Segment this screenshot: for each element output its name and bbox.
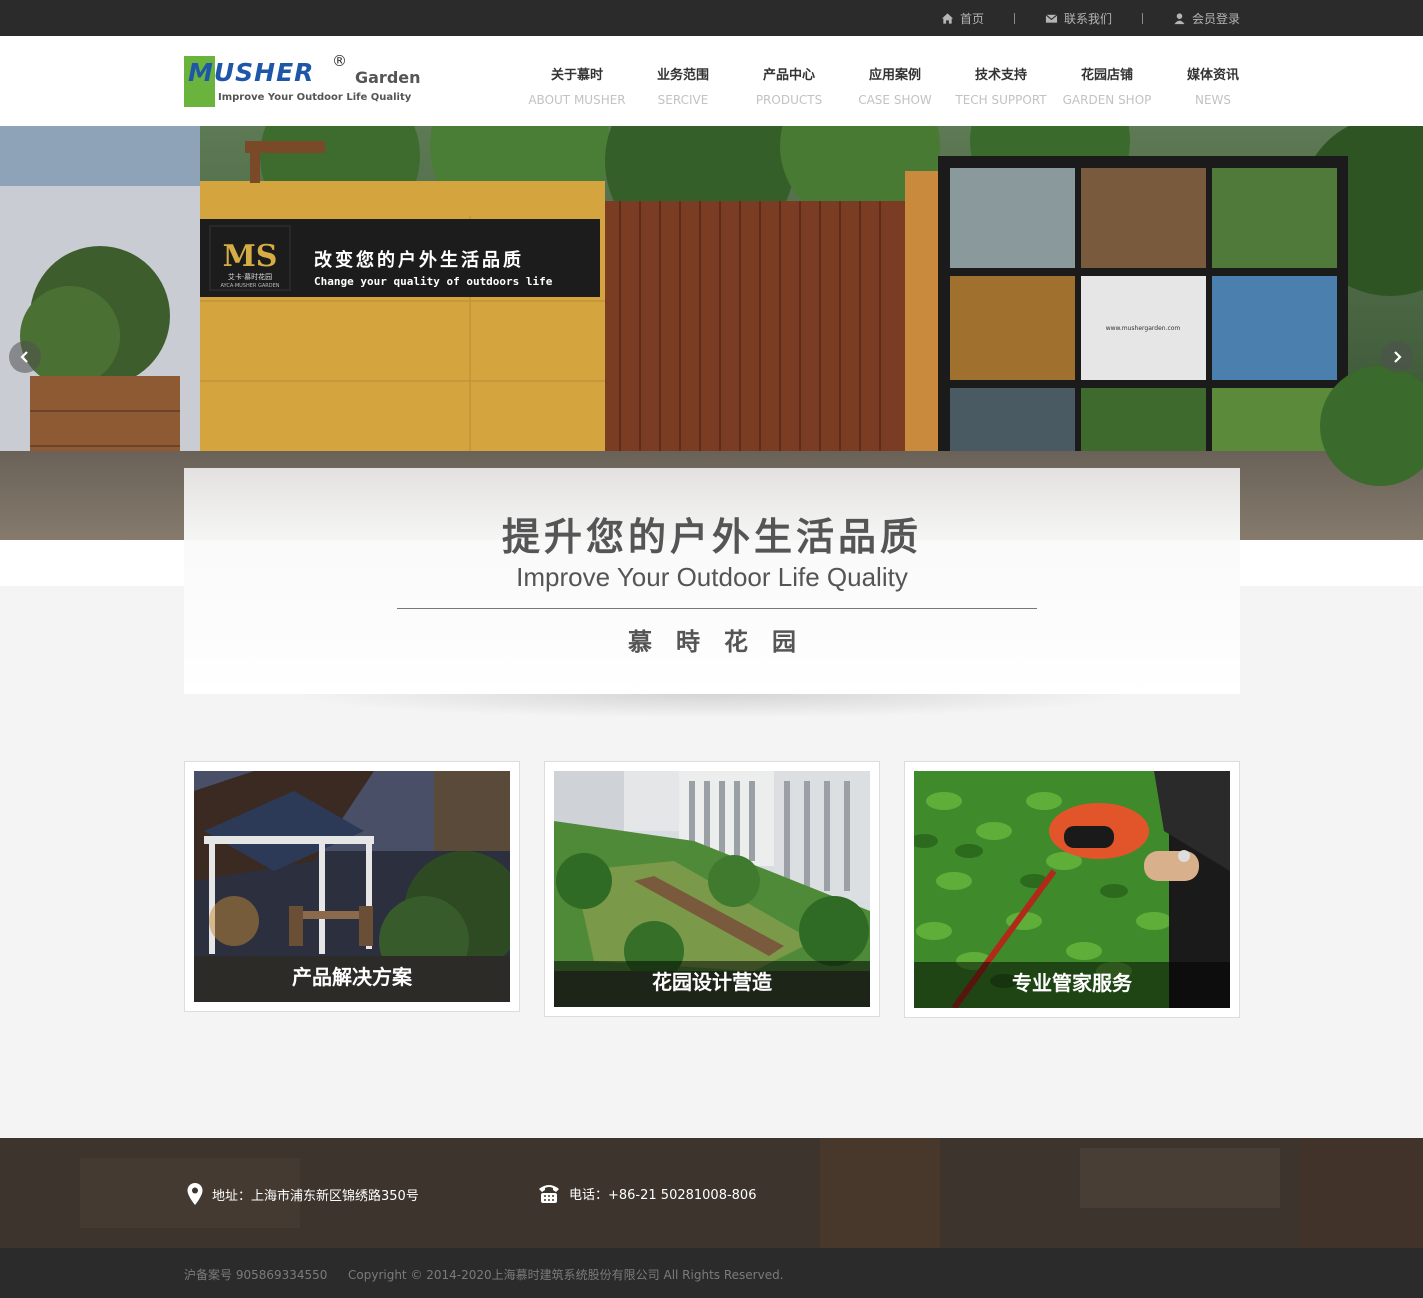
footer-address: 地址：上海市浦东新区锦绣路350号 <box>186 1182 419 1206</box>
nav-label-cn: 业务范围 <box>656 68 709 83</box>
nav-item-shop[interactable]: 花园店铺 GARDEN SHOP <box>1054 36 1160 126</box>
footer-contact: 地址：上海市浦东新区锦绣路350号 电话：+86-21 50281008-806 <box>0 1138 1423 1248</box>
nav-label-cn: 产品中心 <box>762 68 815 83</box>
nav-label-en: TECH SUPPORT <box>955 93 1047 107</box>
login-link-label: 会员登录 <box>1191 11 1240 26</box>
footer-address-text: 地址：上海市浦东新区锦绣路350号 <box>212 1188 419 1204</box>
card-maintenance-service[interactable]: 专业管家服务 <box>904 761 1240 1018</box>
nav-item-about[interactable]: 关于慕时 ABOUT MUSHER <box>524 36 630 126</box>
top-links: 首页 联系我们 会员登录 <box>941 0 1240 36</box>
slogan-divider <box>397 608 1037 609</box>
location-pin-icon <box>187 1183 203 1205</box>
card-caption: 专业管家服务 <box>914 962 1230 1008</box>
sign-title: 改变您的户外生活品质 <box>314 249 524 271</box>
card-product-solutions[interactable]: 产品解决方案 <box>184 761 520 1012</box>
logo-garden: Garden <box>355 68 421 87</box>
footer-copyright: Copyright © 2014-2020上海慕时建筑系统股份有限公司 All … <box>348 1268 784 1282</box>
contact-link[interactable]: 联系我们 <box>1045 10 1112 27</box>
nav-item-service[interactable]: 业务范围 SERCIVE <box>630 36 736 126</box>
footer-phone: 电话：+86-21 50281008-806 <box>537 1182 756 1204</box>
banner-next-button[interactable] <box>1381 341 1413 373</box>
logo[interactable]: MUSHER ® Garden Improve Your Outdoor Lif… <box>184 52 424 109</box>
slogan-panel: 提升您的户外生活品质 Improve Your Outdoor Life Qua… <box>184 468 1240 694</box>
footer-bottom: 沪备案号 905869334550 Copyright © 2014-2020上… <box>0 1248 1423 1298</box>
divider <box>1013 12 1015 24</box>
nav-label-cn: 技术支持 <box>974 68 1027 83</box>
card-image: 专业管家服务 <box>914 771 1230 1008</box>
nav-item-support[interactable]: 技术支持 TECH SUPPORT <box>948 36 1054 126</box>
nav-label-cn: 应用案例 <box>868 68 921 83</box>
nav-label-en: NEWS <box>1194 93 1232 107</box>
card-image: 产品解决方案 <box>194 771 510 1002</box>
nav-label-cn: 关于慕时 <box>550 68 603 83</box>
telephone-icon <box>539 1185 559 1203</box>
footer-phone-text: 电话：+86-21 50281008-806 <box>569 1187 757 1203</box>
mail-icon <box>1045 13 1058 23</box>
nav-item-cases[interactable]: 应用案例 CASE SHOW <box>842 36 948 126</box>
slogan-panel-shadow <box>184 694 1240 724</box>
nav-label-cn: 媒体资讯 <box>1186 68 1239 83</box>
login-link[interactable]: 会员登录 <box>1173 10 1240 27</box>
arrow-left-icon <box>20 351 28 363</box>
sign-subtitle: Change your quality of outdoors life <box>314 275 553 288</box>
nav-label-cn: 花园店铺 <box>1080 68 1133 83</box>
logo-registered-mark: ® <box>332 52 347 70</box>
slogan-subtitle: Improve Your Outdoor Life Quality <box>516 562 908 592</box>
nav-item-products[interactable]: 产品中心 PRODUCTS <box>736 36 842 126</box>
sign-logo: MS <box>223 239 278 274</box>
nav-label-en: ABOUT MUSHER <box>528 93 626 107</box>
nav-label-en: SERCIVE <box>657 93 709 107</box>
card-garden-design[interactable]: 花园设计营造 <box>544 761 880 1017</box>
header: MUSHER ® Garden Improve Your Outdoor Lif… <box>0 36 1423 126</box>
card-image: 花园设计营造 <box>554 771 870 1007</box>
contact-link-label: 联系我们 <box>1063 11 1112 26</box>
arrow-right-icon <box>1394 351 1402 363</box>
footer-icp[interactable]: 沪备案号 905869334550 <box>184 1266 327 1283</box>
banner-prev-button[interactable] <box>9 341 41 373</box>
home-link[interactable]: 首页 <box>941 10 984 27</box>
user-icon <box>1174 12 1185 24</box>
slogan-brand: 慕時花园 <box>628 628 820 656</box>
nav-label-en: GARDEN SHOP <box>1062 93 1152 107</box>
nav-item-news[interactable]: 媒体资讯 NEWS <box>1160 36 1266 126</box>
nav-label-en: CASE SHOW <box>858 93 932 107</box>
card-caption: 产品解决方案 <box>194 956 510 1002</box>
nav-label-en: PRODUCTS <box>755 93 823 107</box>
board-url: www.mushergarden.com <box>1106 325 1181 332</box>
sign-logo-en: AYCA·MUSHER GARDEN <box>221 283 280 289</box>
main-nav: 关于慕时 ABOUT MUSHER 业务范围 SERCIVE 产品中心 PRODUCT… <box>524 36 1266 126</box>
home-link-label: 首页 <box>959 11 984 26</box>
divider <box>1141 12 1143 24</box>
home-icon <box>941 12 954 24</box>
logo-brand: MUSHER <box>188 58 315 87</box>
sign-logo-cn: 艾卡·慕时花园 <box>228 272 272 281</box>
logo-tagline: Improve Your Outdoor Life Quality <box>218 92 412 103</box>
top-bar: 首页 联系我们 会员登录 <box>0 0 1423 36</box>
slogan-title: 提升您的户外生活品质 <box>501 515 922 559</box>
card-caption: 花园设计营造 <box>554 961 870 1007</box>
